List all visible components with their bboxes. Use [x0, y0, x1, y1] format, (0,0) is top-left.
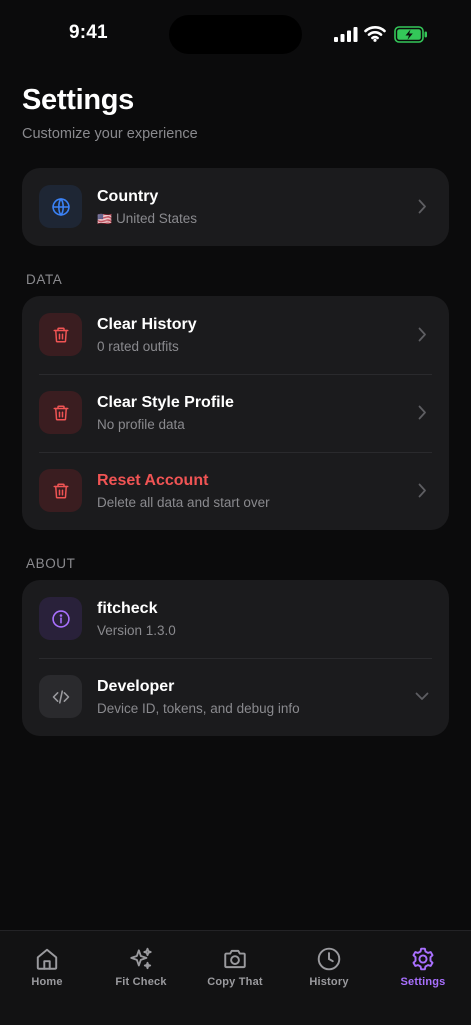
clear-history-label: Clear History	[97, 316, 197, 333]
dynamic-island	[169, 15, 302, 54]
tab-settings[interactable]: Settings	[376, 946, 470, 988]
developer-icon-box	[39, 675, 82, 718]
tab-home[interactable]: Home	[0, 946, 94, 988]
tab-fit-check[interactable]: Fit Check	[94, 946, 188, 988]
reset-account-sub: Delete all data and start over	[97, 495, 270, 510]
info-icon	[51, 609, 70, 628]
tab-settings-label: Settings	[400, 976, 446, 988]
tab-fit-check-label: Fit Check	[115, 976, 167, 988]
chevron-right-icon	[418, 483, 426, 498]
sparkles-icon	[130, 947, 152, 970]
developer-row[interactable]: Developer Device ID, tokens, and debug i…	[22, 658, 449, 736]
reset-account-label: Reset Account	[97, 472, 209, 489]
chevron-right-icon	[418, 405, 426, 420]
flag-icon: 🇺🇸	[97, 212, 112, 226]
chevron-down-icon	[415, 692, 429, 700]
clear-history-sub: 0 rated outfits	[97, 339, 179, 354]
clear-history-icon-box	[39, 313, 82, 356]
globe-icon	[51, 197, 70, 216]
clear-style-profile-icon-box	[39, 391, 82, 434]
about-card: fitcheck Version 1.3.0 Developer Device …	[22, 580, 449, 736]
wifi-icon	[364, 26, 386, 42]
developer-label: Developer	[97, 678, 175, 695]
clear-history-row[interactable]: Clear History 0 rated outfits	[22, 296, 449, 374]
clear-style-profile-row[interactable]: Clear Style Profile No profile data	[22, 374, 449, 452]
app-info-row[interactable]: fitcheck Version 1.3.0	[22, 580, 449, 658]
reset-account-icon-box	[39, 469, 82, 512]
page-title: Settings	[22, 84, 134, 116]
reset-account-row[interactable]: Reset Account Delete all data and start …	[22, 452, 449, 530]
tab-copy-that[interactable]: Copy That	[188, 946, 282, 988]
tab-home-label: Home	[31, 976, 63, 988]
country-value: United States	[115, 211, 197, 226]
page-header: Settings Customize your experience	[22, 84, 198, 142]
chevron-right-icon	[418, 327, 426, 342]
data-card: Clear History 0 rated outfits Clear Styl…	[22, 296, 449, 530]
country-card: Country 🇺🇸 United States	[22, 168, 449, 246]
clock-icon	[317, 947, 341, 971]
home-icon	[36, 948, 58, 970]
battery-icon	[394, 26, 427, 43]
gear-icon	[412, 947, 434, 971]
status-bar: 9:41	[0, 0, 471, 70]
trash-icon	[53, 405, 68, 420]
camera-icon	[224, 949, 246, 969]
page-subtitle: Customize your experience	[22, 126, 198, 142]
app-name-label: fitcheck	[97, 600, 158, 617]
country-row[interactable]: Country 🇺🇸 United States	[22, 168, 449, 246]
chevron-right-icon	[418, 199, 426, 214]
status-time: 9:41	[69, 22, 108, 43]
cellular-signal-icon	[334, 27, 358, 42]
app-version: Version 1.3.0	[97, 623, 176, 638]
tab-history[interactable]: History	[282, 946, 376, 988]
clear-style-profile-label: Clear Style Profile	[97, 394, 234, 411]
tab-bar: Home Fit Check Copy That History Setting…	[0, 930, 471, 1025]
app-info-icon-box	[39, 597, 82, 640]
tab-copy-that-label: Copy That	[207, 976, 263, 988]
tab-history-label: History	[309, 976, 349, 988]
code-icon	[52, 689, 69, 704]
developer-sub: Device ID, tokens, and debug info	[97, 701, 300, 716]
trash-icon	[53, 483, 68, 498]
section-label-about: ABOUT	[26, 556, 76, 571]
country-icon-box	[39, 185, 82, 228]
clear-style-profile-sub: No profile data	[97, 417, 185, 432]
trash-icon	[53, 327, 68, 342]
country-label: Country	[97, 188, 159, 205]
section-label-data: DATA	[26, 272, 63, 287]
